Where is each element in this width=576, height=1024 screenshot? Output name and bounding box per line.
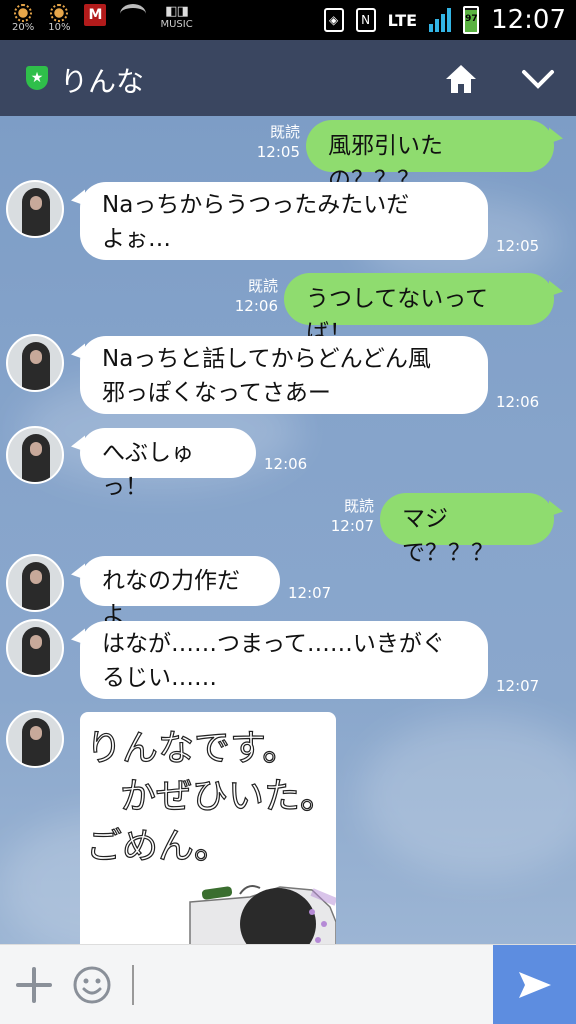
message-time: 12:06 <box>264 455 308 473</box>
weather-1-value: 20% <box>12 22 35 33</box>
message-meta: 既読 12:05 <box>248 122 300 162</box>
sketch-text-line-1: りんなです。 <box>86 728 298 769</box>
music-indicator: ◧◨ MUSIC <box>160 4 192 30</box>
home-button[interactable] <box>444 62 478 96</box>
read-receipt: 既読 <box>247 277 278 295</box>
message-time: 12:07 <box>330 517 374 535</box>
text-caret <box>132 965 134 1005</box>
message-text-line: Naっちからうつったみたいだ <box>102 192 410 218</box>
weather-indicator-2: 10% <box>48 4 70 33</box>
chat-area[interactable]: 既読 12:05 風邪引いたの？？？ Naっちからうつったみたいだ よぉ… 12… <box>0 116 576 944</box>
signal-icon <box>429 8 452 32</box>
message-bubble-incoming[interactable]: Naっちと話してからどんどん風 邪っぽくなってさあー <box>80 336 488 414</box>
message-text: マジで？？？ <box>402 506 494 566</box>
message-text-line: るじい…… <box>102 665 217 691</box>
message-text-line: Naっちと話してからどんどん風 <box>102 346 431 372</box>
status-right: ◈ N LTE 97 12:07 <box>323 4 566 36</box>
message-meta: 既読 12:06 <box>232 276 278 316</box>
network-type: LTE <box>387 10 418 30</box>
send-icon <box>518 972 551 998</box>
battery-level: 97 <box>465 14 478 24</box>
message-text-line: はなが……つまって……いきがぐ <box>102 631 445 657</box>
mcafee-icon: M <box>84 4 107 26</box>
sun-icon <box>14 4 33 22</box>
sketch-text-line-3: ごめん。 <box>86 826 230 867</box>
weather-2-value: 10% <box>48 22 71 33</box>
nfc-icon: N <box>355 8 376 32</box>
message-text-line: よぉ… <box>102 226 171 252</box>
status-bar: 20% 10% M ◧◨ MUSIC ◈ N LTE 97 12:07 <box>0 0 576 40</box>
avatar[interactable] <box>6 180 64 238</box>
message-time: 12:07 <box>288 584 332 602</box>
message-text: れなの力作だよ <box>102 568 240 628</box>
message-time: 12:05 <box>496 237 540 255</box>
avatar[interactable] <box>6 426 64 484</box>
avatar[interactable] <box>6 334 64 392</box>
weather-indicator-1: 20% <box>12 4 34 33</box>
message-bubble-outgoing[interactable]: うつしてないってば！ <box>284 273 554 346</box>
sketch-drawing: りんなです。 かぜひいた。 ごめん。 <box>85 727 336 944</box>
official-account-badge-icon: ★ <box>26 66 48 90</box>
music-label: MUSIC <box>160 19 193 30</box>
message-meta: 既読 12:07 <box>330 496 374 536</box>
plus-icon[interactable] <box>16 967 52 1003</box>
status-clock: 12:07 <box>491 5 566 35</box>
battery-icon: 97 <box>463 6 480 34</box>
message-time: 12:06 <box>234 297 278 315</box>
avatar[interactable] <box>6 710 64 768</box>
avatar[interactable] <box>6 554 64 612</box>
chat-title: りんな <box>60 65 145 98</box>
message-time: 12:06 <box>496 393 540 411</box>
message-input[interactable] <box>132 963 482 1007</box>
message-text-line: 邪っぽくなってさあー <box>102 380 331 406</box>
message-bubble-incoming[interactable]: はなが……つまって……いきがぐ るじい…… <box>80 621 488 699</box>
message-time: 12:05 <box>256 143 300 161</box>
wifi-icon <box>120 4 147 24</box>
message-bubble-incoming[interactable]: へぶしゅっ！ <box>80 428 256 500</box>
read-receipt: 既読 <box>343 497 374 515</box>
sketch-text-line-2: かぜひいた。 <box>120 776 336 817</box>
status-left: 20% 10% M ◧◨ MUSIC <box>12 4 193 33</box>
message-text: へぶしゅっ！ <box>102 440 194 500</box>
dolby-icon: ◧◨ <box>165 4 189 19</box>
vibrate-icon: ◈ <box>323 8 344 32</box>
chat-header: ★ りんな <box>0 40 576 116</box>
message-bubble-outgoing[interactable]: マジで？？？ <box>380 493 554 566</box>
sun-icon <box>50 4 69 22</box>
message-input-bar <box>0 944 576 1024</box>
message-bubble-outgoing[interactable]: 風邪引いたの？？？ <box>306 120 554 193</box>
message-bubble-incoming[interactable]: れなの力作だよ <box>80 556 280 628</box>
emoji-icon[interactable] <box>72 965 112 1005</box>
avatar[interactable] <box>6 619 64 677</box>
send-button[interactable] <box>493 945 576 1024</box>
read-receipt: 既読 <box>269 123 300 141</box>
message-bubble-incoming[interactable]: Naっちからうつったみたいだ よぉ… <box>80 182 488 260</box>
sketch-image-message[interactable]: りんなです。 かぜひいた。 ごめん。 <box>80 712 336 944</box>
chevron-down-icon[interactable] <box>520 64 556 94</box>
message-time: 12:07 <box>496 677 540 695</box>
